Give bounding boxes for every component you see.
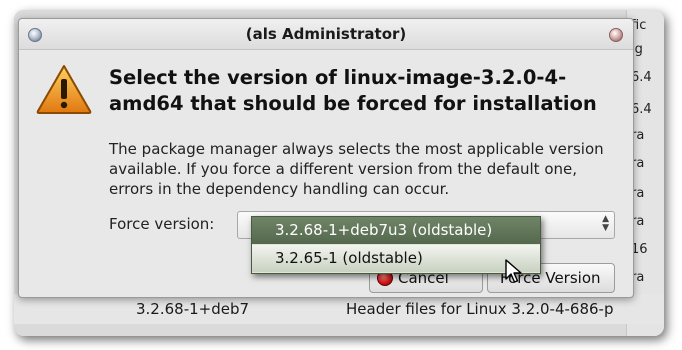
dialog-description: The package manager always selects the m… — [109, 140, 604, 198]
package-version: 3.2.68-1+deb7 — [136, 300, 250, 318]
dropdown-option[interactable]: 3.2.65-1 (oldstable) — [252, 245, 540, 272]
screenshot-frame: fic ig 6.4 6.4 ra ra ra ra 16 ra 3.2.68-… — [14, 10, 664, 336]
bg-fragment: 6.4 — [631, 70, 652, 85]
warning-icon — [36, 65, 92, 114]
force-version-label: Force version: — [109, 215, 215, 233]
dropdown-option-label: 3.2.65-1 (oldstable) — [275, 249, 423, 267]
spin-arrows-icon: ▲ ▼ — [602, 214, 609, 233]
mouse-pointer-icon — [505, 259, 522, 283]
dropdown-option-label: 3.2.68-1+deb7u3 (oldstable) — [275, 221, 493, 239]
title-bar[interactable]: (als Administrator) — [19, 19, 633, 50]
package-description: Header files for Linux 3.2.0-4-686-p — [346, 300, 614, 318]
dropdown-option-selected[interactable]: 3.2.68-1+deb7u3 (oldstable) — [252, 217, 540, 244]
close-icon[interactable] — [609, 28, 623, 42]
bg-fragment: 6.4 — [631, 102, 652, 117]
window-title: (als Administrator) — [245, 25, 407, 43]
package-list-row[interactable]: 3.2.68-1+deb7 Header files for Linux 3.2… — [14, 294, 664, 324]
dialog-heading: Select the version of linux-image-3.2.0-… — [109, 66, 597, 115]
force-version-dialog: (als Administrator) Select the version o… — [18, 18, 634, 298]
version-dropdown-list: 3.2.68-1+deb7u3 (oldstable) 3.2.65-1 (ol… — [251, 216, 541, 274]
